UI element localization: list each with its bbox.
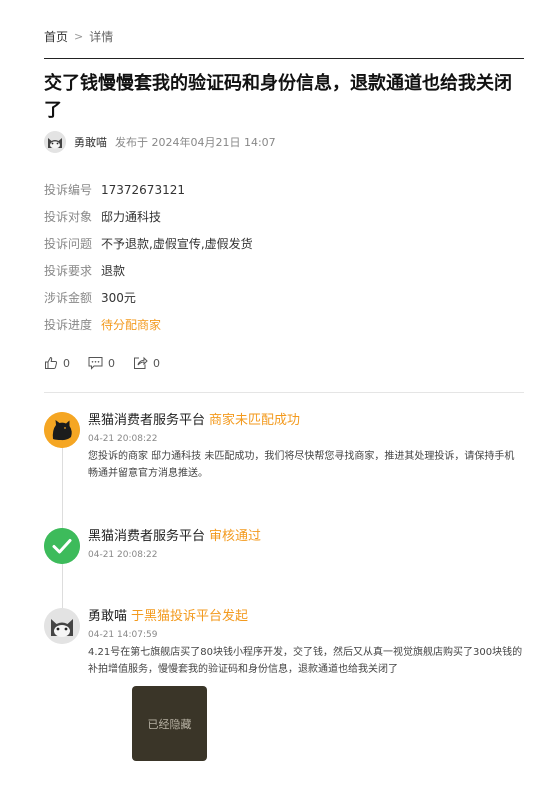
header-divider [44, 58, 524, 59]
info-label: 投诉要求 [44, 264, 93, 278]
action-bar: 0 0 0 [44, 356, 178, 370]
info-value: 退款 [101, 264, 126, 278]
info-label: 涉诉金额 [44, 291, 93, 305]
info-row-id: 投诉编号 17372673121 [44, 176, 253, 203]
black-cat-logo-icon [44, 412, 80, 448]
timeline-status: 商家未匹配成功 [209, 413, 301, 428]
comment-icon [88, 357, 103, 370]
timeline-actor[interactable]: 勇敢喵 [88, 609, 127, 624]
timeline-status: 于黑猫投诉平台发起 [131, 609, 249, 624]
info-value[interactable]: 邸力通科技 [101, 208, 161, 225]
complaint-info: 投诉编号 17372673121 投诉对象 邸力通科技 投诉问题 不予退款,虚假… [44, 176, 253, 338]
avatar[interactable] [44, 608, 80, 644]
info-row-amount: 涉诉金额 300元 [44, 284, 253, 311]
info-label: 投诉问题 [44, 237, 93, 251]
breadcrumb-separator: > [74, 30, 84, 43]
info-label: 投诉对象 [44, 210, 93, 224]
thumbs-up-icon [45, 356, 58, 369]
breadcrumb-current: 详情 [89, 30, 114, 44]
info-value: 300元 [101, 291, 136, 305]
avatar[interactable] [44, 131, 66, 153]
share-icon [134, 356, 148, 369]
breadcrumb: 首页 > 详情 [44, 28, 113, 45]
timeline-actor: 黑猫消费者服务平台 [88, 529, 206, 544]
hidden-attachment[interactable]: 已经隐藏 [132, 686, 207, 761]
timeline-time: 04-21 14:07:59 [88, 630, 158, 640]
cat-avatar-icon [44, 131, 66, 153]
info-value: 不予退款,虚假宣传,虚假发货 [101, 237, 253, 251]
author-name[interactable]: 勇敢喵 [74, 134, 107, 150]
check-circle-icon [44, 528, 80, 564]
info-row-request: 投诉要求 退款 [44, 257, 253, 284]
info-label: 投诉进度 [44, 318, 93, 332]
info-label: 投诉编号 [44, 183, 93, 197]
timeline-text: 您投诉的商家 邸力通科技 未匹配成功，我们将尽快帮您寻找商家，推进其处理投诉，请… [88, 451, 515, 479]
timeline-time: 04-21 20:08:22 [88, 434, 158, 444]
section-divider [44, 392, 524, 393]
cat-avatar-icon [44, 608, 80, 644]
comment-button[interactable]: 0 [88, 356, 115, 370]
info-row-progress: 投诉进度 待分配商家 [44, 311, 253, 338]
like-button[interactable]: 0 [44, 356, 70, 370]
publish-time: 发布于 2024年04月21日 14:07 [115, 136, 276, 149]
hidden-attachment-label: 已经隐藏 [147, 717, 192, 731]
status-badge [44, 528, 80, 564]
progress-status: 待分配商家 [101, 318, 162, 332]
info-row-issue: 投诉问题 不予退款,虚假宣传,虚假发货 [44, 230, 253, 257]
timeline-status: 审核通过 [209, 529, 262, 544]
platform-logo [44, 412, 80, 448]
info-row-target: 投诉对象 邸力通科技 [44, 203, 253, 230]
comment-count: 0 [108, 356, 115, 370]
page-title: 交了钱慢慢套我的验证码和身份信息，退款通道也给我关闭了 [44, 73, 512, 121]
breadcrumb-home-link[interactable]: 首页 [44, 28, 68, 45]
timeline-text: 4.21号在第七旗舰店买了80块钱小程序开发，交了钱，然后又从真一视觉旗舰店购买… [88, 647, 523, 675]
author-line: 勇敢喵 发布于 2024年04月21日 14:07 [44, 131, 276, 153]
share-count: 0 [153, 356, 160, 370]
share-button[interactable]: 0 [133, 356, 160, 370]
like-count: 0 [63, 356, 70, 370]
info-value: 17372673121 [101, 182, 185, 197]
timeline-actor: 黑猫消费者服务平台 [88, 413, 206, 428]
timeline-time: 04-21 20:08:22 [88, 550, 158, 560]
